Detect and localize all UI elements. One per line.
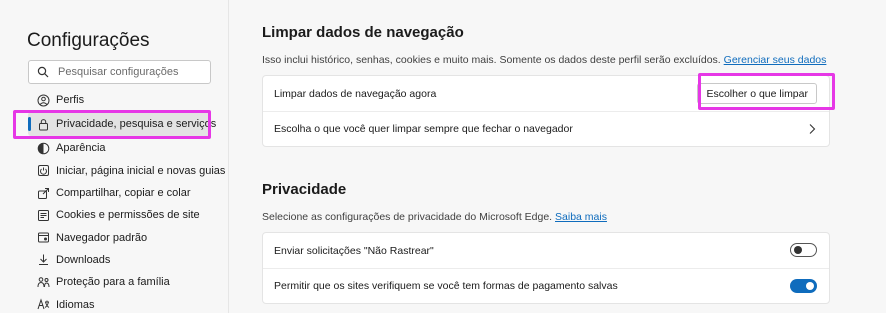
sidebar-item-share[interactable]: Compartilhar, copiar e colar — [0, 182, 229, 204]
chevron-right-icon — [809, 124, 816, 134]
power-icon — [37, 164, 50, 177]
sidebar-item-languages[interactable]: Idiomas — [0, 293, 229, 313]
toggle-knob — [794, 246, 802, 254]
sidebar-item-label: Proteção para a família — [56, 276, 170, 289]
learn-more-link[interactable]: Saiba mais — [555, 211, 607, 223]
language-icon — [37, 298, 50, 311]
do-not-track-toggle[interactable] — [790, 243, 817, 257]
section-description-clear-data: Isso inclui histórico, senhas, cookies e… — [262, 54, 826, 66]
clear-on-close-row[interactable]: Escolha o que você quer limpar sempre qu… — [263, 111, 829, 146]
profile-icon — [37, 94, 50, 107]
sidebar-item-label: Cookies e permissões de site — [56, 209, 200, 222]
payment-methods-label: Permitir que os sites verifiquem se você… — [274, 280, 618, 292]
site-permissions-icon — [37, 209, 50, 222]
appearance-icon — [37, 142, 50, 155]
do-not-track-label: Enviar solicitações "Não Rastrear" — [274, 244, 434, 257]
search-input[interactable] — [58, 66, 208, 78]
sidebar-item-label: Perfis — [56, 94, 85, 107]
privacy-card: Enviar solicitações "Não Rastrear" Permi… — [262, 232, 830, 304]
settings-nav: Perfis Privacidade, pesquisa e serviços … — [0, 89, 229, 313]
sidebar-item-profiles[interactable]: Perfis — [0, 89, 229, 111]
download-icon — [37, 253, 50, 266]
sidebar-item-label: Privacidade, pesquisa e serviços — [56, 118, 217, 131]
browser-icon — [37, 231, 50, 244]
sidebar-item-privacy[interactable]: Privacidade, pesquisa e serviços — [0, 111, 229, 137]
section-title-clear-data: Limpar dados de navegação — [262, 24, 464, 41]
description-text: Isso inclui histórico, senhas, cookies e… — [262, 54, 721, 66]
sidebar-item-default-browser[interactable]: Navegador padrão — [0, 226, 229, 248]
clear-on-close-label: Escolha o que você quer limpar sempre qu… — [274, 123, 573, 135]
sidebar-item-label: Aparência — [56, 142, 106, 155]
settings-sidebar: Configurações Perfis Privacidade, pesqui… — [0, 0, 229, 313]
do-not-track-row: Enviar solicitações "Não Rastrear" — [263, 233, 829, 268]
section-title-privacy: Privacidade — [262, 181, 347, 198]
sidebar-item-family[interactable]: Proteção para a família — [0, 271, 229, 293]
toggle-knob — [806, 282, 814, 290]
payment-methods-row: Permitir que os sites verifiquem se você… — [263, 268, 829, 303]
family-icon — [37, 276, 50, 289]
choose-what-to-clear-button[interactable]: Escolher o que limpar — [697, 83, 817, 104]
clear-data-card: Limpar dados de navegação agora Escolher… — [262, 75, 830, 147]
payment-methods-toggle[interactable] — [790, 279, 817, 293]
sidebar-item-label: Iniciar, página inicial e novas guias — [56, 164, 226, 177]
clear-now-label: Limpar dados de navegação agora — [274, 87, 437, 100]
sidebar-item-label: Downloads — [56, 253, 111, 266]
sidebar-item-label: Navegador padrão — [56, 231, 148, 244]
description-text: Selecione as configurações de privacidad… — [262, 211, 553, 223]
selected-indicator — [28, 117, 31, 132]
sidebar-item-label: Idiomas — [56, 298, 95, 311]
search-box[interactable] — [28, 60, 211, 84]
search-icon — [37, 66, 49, 78]
sidebar-title: Configurações — [27, 30, 150, 51]
lock-icon — [37, 118, 50, 131]
sidebar-item-appearance[interactable]: Aparência — [0, 137, 229, 159]
sidebar-item-label: Compartilhar, copiar e colar — [56, 187, 191, 200]
section-description-privacy: Selecione as configurações de privacidad… — [262, 211, 607, 223]
share-icon — [37, 187, 50, 200]
clear-now-row: Limpar dados de navegação agora Escolher… — [263, 76, 829, 111]
sidebar-item-cookies[interactable]: Cookies e permissões de site — [0, 204, 229, 226]
sidebar-item-downloads[interactable]: Downloads — [0, 249, 229, 271]
sidebar-item-start[interactable]: Iniciar, página inicial e novas guias — [0, 160, 229, 182]
manage-data-link[interactable]: Gerenciar seus dados — [724, 54, 827, 66]
settings-main: Limpar dados de navegação Isso inclui hi… — [230, 0, 886, 313]
